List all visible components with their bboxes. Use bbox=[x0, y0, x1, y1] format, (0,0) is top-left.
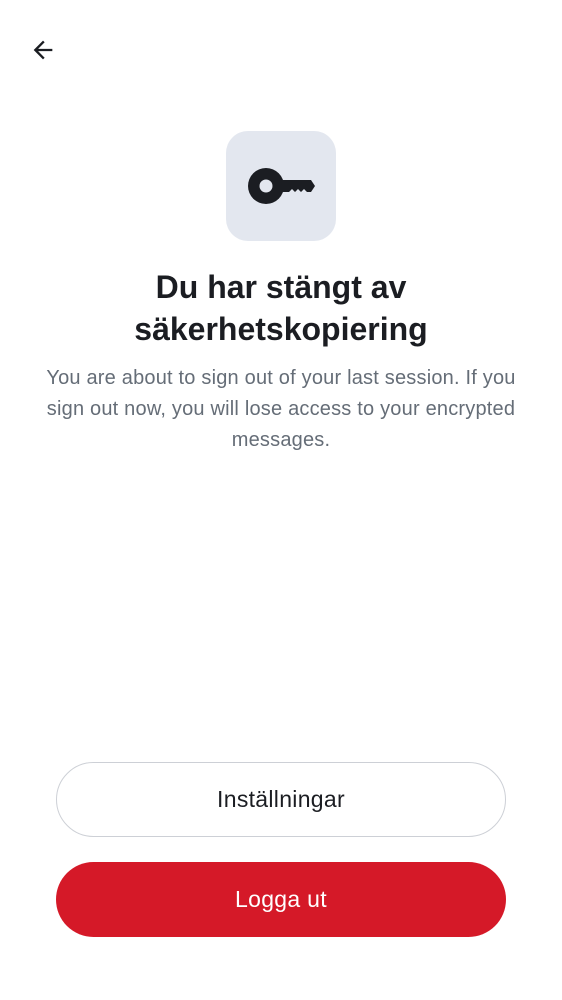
sign-out-button-label: Logga ut bbox=[235, 886, 327, 912]
page-title-line-1: Du har stängt av bbox=[155, 269, 407, 305]
description-text: You are about to sign out of your last s… bbox=[46, 367, 516, 451]
key-icon-tile bbox=[226, 131, 336, 241]
arrow-left-icon bbox=[33, 40, 53, 60]
settings-button-label: Inställningar bbox=[217, 786, 345, 812]
settings-button[interactable]: Inställningar bbox=[56, 762, 506, 837]
back-button[interactable] bbox=[21, 28, 65, 72]
key-icon bbox=[248, 168, 315, 204]
page-title: Du har stängt av säkerhetskopiering bbox=[20, 266, 542, 350]
page-title-line-2: säkerhetskopiering bbox=[134, 311, 428, 347]
sign-out-button[interactable]: Logga ut bbox=[56, 862, 506, 937]
